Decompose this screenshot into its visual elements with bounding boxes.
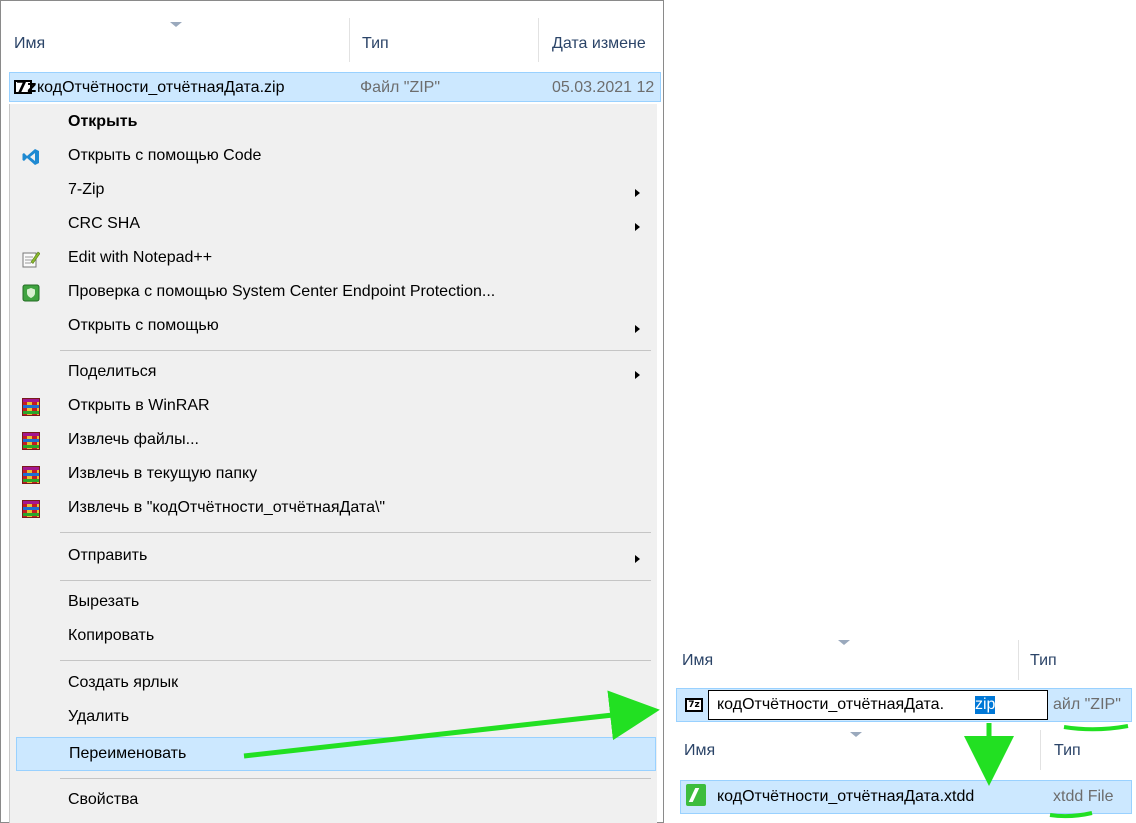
- annotation-arrow: [243, 690, 660, 759]
- annotation-underline: [1049, 811, 1093, 819]
- annotation-overlay: [243, 690, 1129, 819]
- annotation-underline: [1063, 724, 1129, 732]
